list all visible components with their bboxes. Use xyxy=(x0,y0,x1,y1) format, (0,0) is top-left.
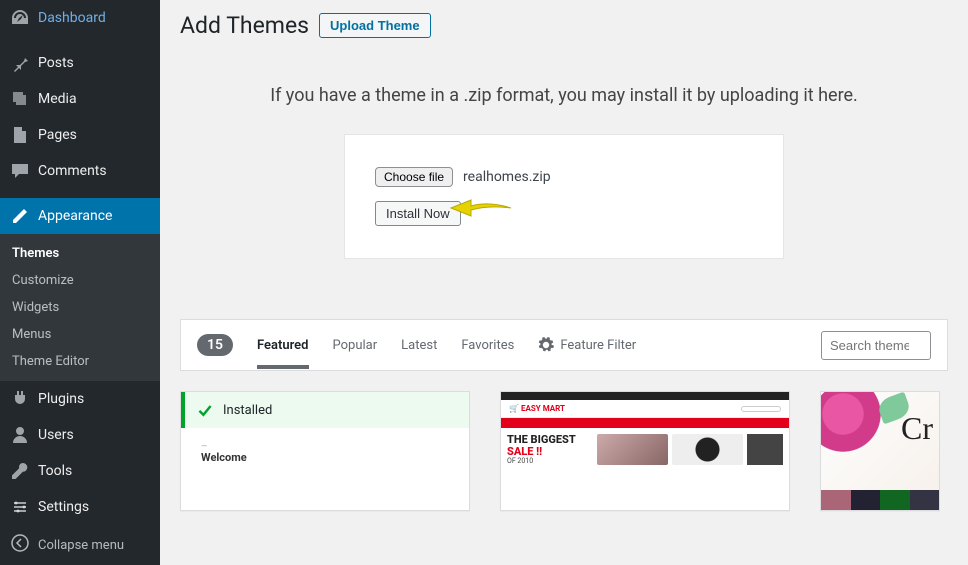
theme-preview-text: Welcome xyxy=(201,451,449,464)
theme-preview-text: OF 2010 xyxy=(507,457,593,465)
theme-preview-logo: EASY MART xyxy=(509,404,565,413)
media-icon xyxy=(10,89,30,109)
sidebar-item-posts[interactable]: Posts xyxy=(0,45,160,81)
theme-card[interactable]: Installed — Welcome 13 14 15 16 17 xyxy=(180,391,470,511)
settings-icon xyxy=(10,497,30,517)
sidebar-item-settings[interactable]: Settings xyxy=(0,489,160,525)
gear-icon xyxy=(538,337,554,353)
feature-filter-button[interactable]: Feature Filter xyxy=(538,337,636,353)
theme-preview-text: SALE !! xyxy=(507,446,593,458)
submenu-item-menus[interactable]: Menus xyxy=(0,321,160,348)
collapse-icon xyxy=(10,533,30,557)
tools-icon xyxy=(10,461,30,481)
sidebar-item-tools[interactable]: Tools xyxy=(0,453,160,489)
arrow-annotation-icon xyxy=(449,195,513,225)
installed-label: Installed xyxy=(223,403,272,418)
sidebar-item-pages[interactable]: Pages xyxy=(0,117,160,153)
upload-form-box: Choose file realhomes.zip Install Now xyxy=(344,134,784,259)
sidebar-item-appearance[interactable]: Appearance xyxy=(0,198,160,234)
theme-card[interactable]: EASY MART THE BIGGEST SALE !! OF 2010 xyxy=(500,391,790,511)
submenu-item-theme-editor[interactable]: Theme Editor xyxy=(0,348,160,375)
sidebar-item-comments[interactable]: Comments xyxy=(0,153,160,189)
page-header: Add Themes Upload Theme xyxy=(180,0,948,45)
install-now-button[interactable]: Install Now xyxy=(375,201,461,226)
sidebar-item-label: Plugins xyxy=(38,391,84,407)
choose-file-button[interactable]: Choose file xyxy=(375,167,453,187)
tab-favorites[interactable]: Favorites xyxy=(461,322,514,369)
installed-badge: Installed xyxy=(181,392,469,428)
appearance-icon xyxy=(10,206,30,226)
theme-filter-bar: 15 Featured Popular Latest Favorites Fea… xyxy=(180,319,948,371)
sidebar-item-label: Users xyxy=(38,427,74,443)
check-icon xyxy=(197,402,213,418)
sidebar-item-label: Comments xyxy=(38,163,107,179)
sidebar-item-label: Appearance xyxy=(38,208,112,224)
upload-theme-button[interactable]: Upload Theme xyxy=(319,13,431,38)
sidebar-item-users[interactable]: Users xyxy=(0,417,160,453)
page-icon xyxy=(10,125,30,145)
tab-latest[interactable]: Latest xyxy=(401,322,437,369)
sidebar-item-label: Posts xyxy=(38,55,74,71)
theme-grid: Installed — Welcome 13 14 15 16 17 EASY … xyxy=(180,391,948,511)
sidebar-item-label: Dashboard xyxy=(38,10,106,26)
sidebar-item-dashboard[interactable]: Dashboard xyxy=(0,0,160,36)
plugins-icon xyxy=(10,389,30,409)
tab-popular[interactable]: Popular xyxy=(333,322,378,369)
admin-sidebar: Dashboard Posts Media Pages Comments App… xyxy=(0,0,160,565)
submenu-item-widgets[interactable]: Widgets xyxy=(0,294,160,321)
sidebar-item-label: Tools xyxy=(38,463,72,479)
sidebar-item-label: Pages xyxy=(38,127,77,143)
selected-file-name: realhomes.zip xyxy=(463,169,551,185)
collapse-menu-button[interactable]: Collapse menu xyxy=(0,525,160,565)
theme-count-badge: 15 xyxy=(197,334,233,356)
feature-filter-label: Feature Filter xyxy=(560,338,636,353)
search-themes-input[interactable] xyxy=(821,331,931,360)
submenu-item-customize[interactable]: Customize xyxy=(0,267,160,294)
sidebar-item-label: Media xyxy=(38,91,77,107)
submenu-item-themes[interactable]: Themes xyxy=(0,240,160,267)
sidebar-item-media[interactable]: Media xyxy=(0,81,160,117)
theme-preview-text: Cr xyxy=(901,410,933,447)
users-icon xyxy=(10,425,30,445)
appearance-submenu: Themes Customize Widgets Menus Theme Edi… xyxy=(0,234,160,381)
page-title: Add Themes xyxy=(180,12,309,39)
theme-card[interactable]: Cr xyxy=(820,391,940,511)
collapse-label: Collapse menu xyxy=(38,538,124,553)
sidebar-item-plugins[interactable]: Plugins xyxy=(0,381,160,417)
comments-icon xyxy=(10,161,30,181)
main-content: Add Themes Upload Theme If you have a th… xyxy=(160,0,968,565)
upload-instruction-text: If you have a theme in a .zip format, yo… xyxy=(180,85,948,106)
sidebar-item-label: Settings xyxy=(38,499,89,515)
theme-preview-text: THE BIGGEST xyxy=(507,434,593,446)
tab-featured[interactable]: Featured xyxy=(257,322,309,369)
pin-icon xyxy=(10,53,30,73)
dashboard-icon xyxy=(10,8,30,28)
